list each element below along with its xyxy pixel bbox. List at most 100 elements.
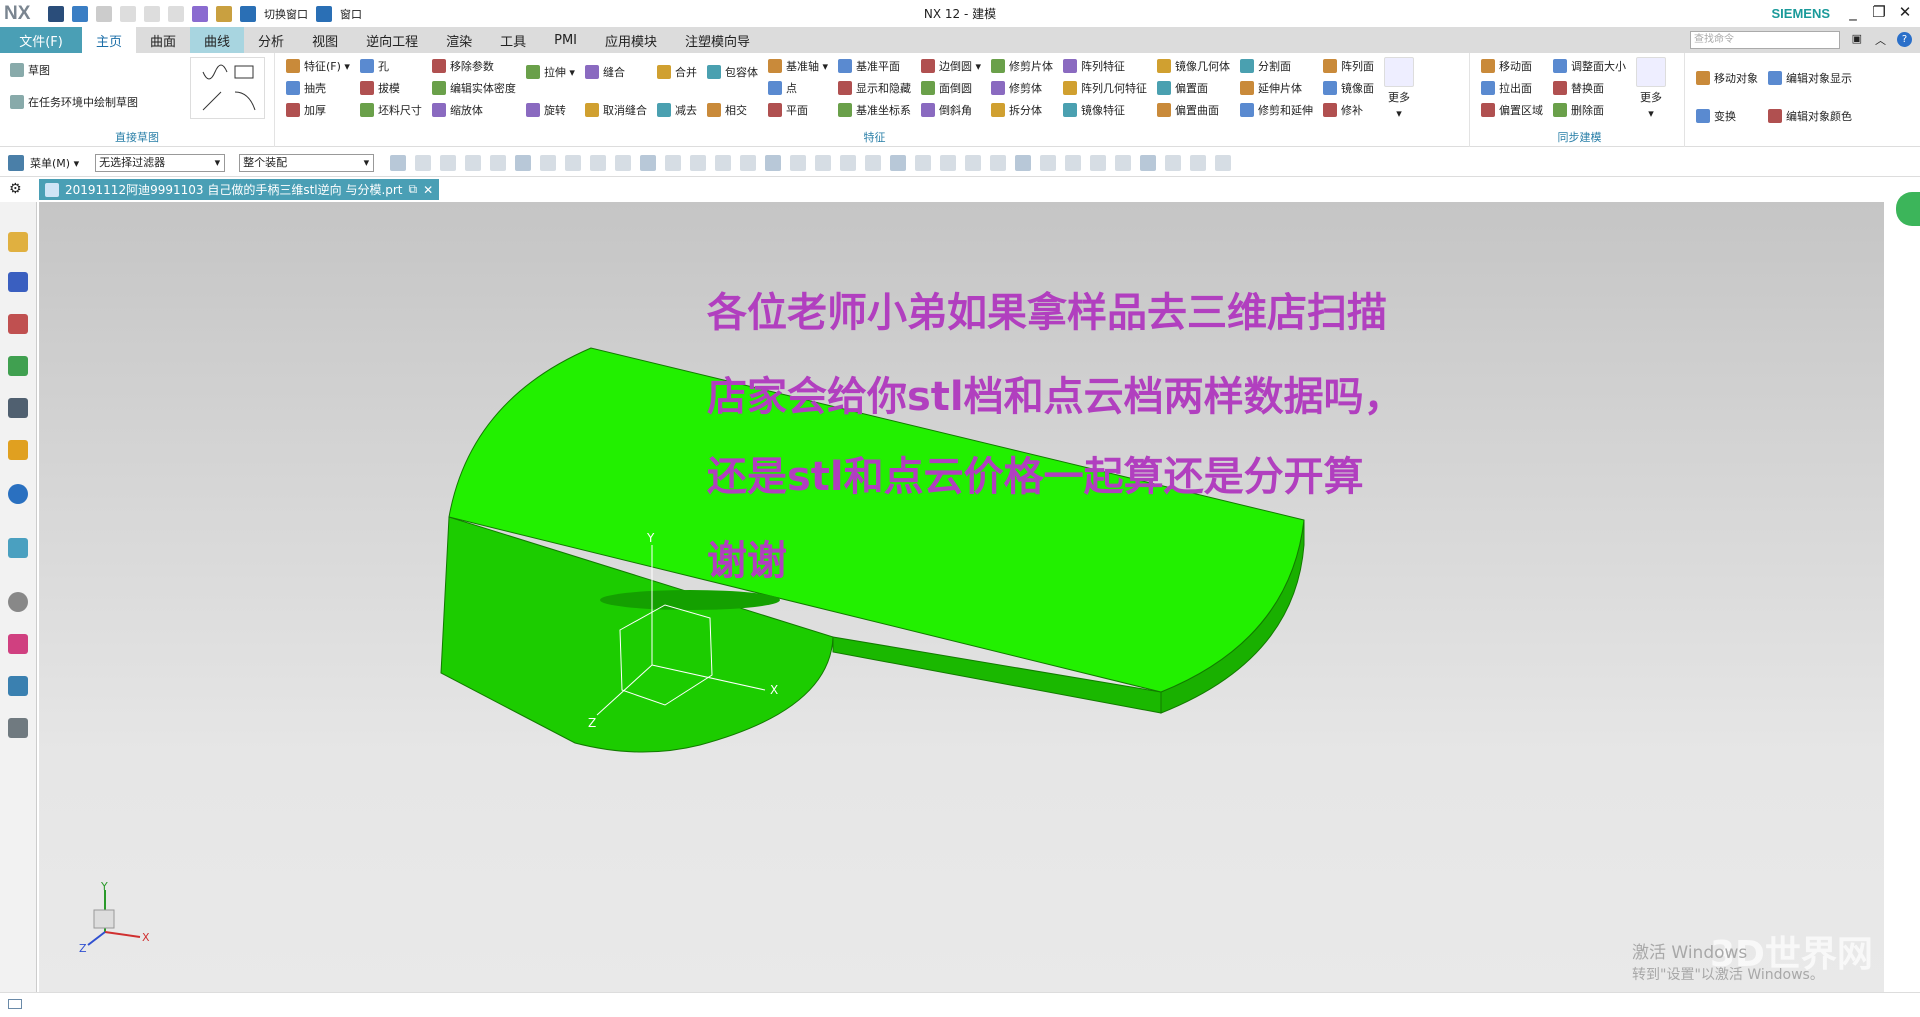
command-button[interactable]: 编辑对象颜色 [1768,107,1852,125]
command-button[interactable]: 合并 [656,63,697,81]
command-button[interactable]: 阵列面 [1323,57,1374,75]
snap-point-icon[interactable] [915,154,932,171]
redo-icon[interactable] [96,5,112,22]
snap-point-icon[interactable] [1115,154,1132,171]
snap-point-icon[interactable] [590,154,607,171]
command-button[interactable]: 修剪体 [991,79,1053,97]
tab-applications[interactable]: 应用模块 [591,27,671,53]
command-button[interactable]: 点 [767,79,828,97]
command-button[interactable]: 删除面 [1553,101,1626,119]
part-navigator-icon[interactable] [8,232,28,252]
tab-reverse-engineering[interactable]: 逆向工程 [352,27,432,53]
snap-point-icon[interactable] [565,154,582,171]
command-button[interactable]: 平面 [767,101,828,119]
snap-point-icon[interactable] [1015,154,1032,171]
snap-point-icon[interactable] [1190,154,1207,171]
floating-badge-icon[interactable] [1896,192,1920,226]
assembly-navigator-icon[interactable] [8,272,28,292]
command-button[interactable]: 基准平面 [838,57,911,75]
command-button[interactable]: 替换面 [1553,79,1626,97]
settings-gear-icon[interactable]: ⚙ [9,181,22,197]
collapse-ribbon-icon[interactable]: ︿ [1875,32,1886,48]
command-button[interactable]: 拔模 [359,79,422,97]
snap-point-icon[interactable] [715,154,732,171]
snap-point-icon[interactable] [390,154,407,171]
type-filter-select[interactable]: 无选择过滤器 [95,153,226,172]
command-button[interactable]: 修补 [1323,101,1374,119]
snap-point-icon[interactable] [965,154,982,171]
view-manager-icon[interactable] [8,398,28,418]
command-button[interactable]: 显示和隐藏 [838,79,911,97]
snap-point-icon[interactable] [890,154,907,171]
snap-point-icon[interactable] [490,154,507,171]
command-button[interactable]: 变换 [1696,107,1758,125]
command-button[interactable]: 抽壳 [286,79,350,97]
snap-point-icon[interactable] [515,154,532,171]
tab-tools[interactable]: 工具 [486,27,540,53]
command-button[interactable]: 基准坐标系 [838,101,911,119]
snap-point-icon[interactable] [815,154,832,171]
command-button[interactable]: 偏置区域 [1481,101,1543,119]
tab-curve[interactable]: 曲线 [190,27,245,53]
command-button[interactable]: 减去 [656,101,697,119]
selection-icon[interactable] [192,5,208,22]
switch-window-button[interactable]: 切换窗口 [264,6,308,22]
command-button[interactable]: 特征(F) ▾ [286,57,350,75]
command-button[interactable]: 修剪和延伸 [1240,101,1313,119]
roles-icon[interactable] [8,440,28,460]
command-button[interactable]: 包容体 [706,63,758,81]
snap-point-icon[interactable] [415,154,432,171]
minimize-button[interactable]: _ [1842,3,1864,21]
command-button[interactable]: 移动面 [1481,57,1543,75]
snap-point-icon[interactable] [1065,154,1082,171]
close-tab-icon[interactable]: ✕ [423,183,433,197]
copy-icon[interactable] [144,5,160,22]
process-studio-icon[interactable] [8,718,28,738]
snap-point-icon[interactable] [615,154,632,171]
snap-point-icon[interactable] [1040,154,1057,171]
curve-gallery[interactable] [190,57,265,119]
tab-view[interactable]: 视图 [298,27,352,53]
document-tab[interactable]: 20191112阿迪9991103 自己做的手柄三维stl逆向 与分模.prt … [39,179,440,200]
snap-point-icon[interactable] [865,154,882,171]
command-search-input[interactable]: 查找命令 [1690,31,1840,49]
more-button[interactable]: 更多 ▾ [1384,57,1415,120]
command-button[interactable]: 倒斜角 [921,101,981,119]
command-button[interactable]: 镜像面 [1323,79,1374,97]
snap-point-icon[interactable] [440,154,457,171]
menu-button[interactable]: 菜单(M) ▾ [30,155,79,171]
tab-analysis[interactable]: 分析 [244,27,298,53]
command-button[interactable]: 基准轴 ▾ [767,57,828,75]
undo-icon[interactable] [72,5,88,22]
palette-icon[interactable] [8,634,28,654]
snap-point-icon[interactable] [1215,154,1232,171]
command-button[interactable]: 相交 [706,101,758,119]
command-button[interactable]: 延伸片体 [1240,79,1313,97]
command-button[interactable]: 偏置曲面 [1157,101,1230,119]
more-button[interactable]: 更多 ▾ [1636,57,1666,120]
ribbon-display-icon[interactable]: ▣ [1852,32,1862,45]
repeat-command-icon[interactable] [216,5,232,22]
snap-point-icon[interactable] [740,154,757,171]
command-button[interactable]: 加厚 [286,101,350,119]
snap-point-icon[interactable] [1140,154,1157,171]
tab-pmi[interactable]: PMI [540,27,591,53]
command-button[interactable]: 修剪片体 [991,57,1053,75]
paste-icon[interactable] [168,5,184,22]
snap-point-icon[interactable] [840,154,857,171]
command-button[interactable]: 编辑实体密度 [431,79,516,97]
snap-point-icon[interactable] [790,154,807,171]
snap-point-icon[interactable] [765,154,782,171]
constraint-navigator-icon[interactable] [8,314,28,334]
tab-home[interactable]: 主页 [82,27,137,53]
scope-select[interactable]: 整个装配 [239,153,375,172]
command-button[interactable]: 偏置面 [1157,79,1230,97]
tab-file[interactable]: 文件(F) [0,27,82,53]
command-button[interactable]: 移动对象 [1696,69,1758,87]
system-scenes-icon[interactable] [8,676,28,696]
command-button[interactable]: 旋转 [525,101,575,119]
command-button[interactable]: 面倒圆 [921,79,981,97]
command-button[interactable]: 移除参数 [431,57,516,75]
command-button[interactable]: 镜像几何体 [1157,57,1230,75]
tab-mold-wizard[interactable]: 注塑模向导 [671,27,764,53]
